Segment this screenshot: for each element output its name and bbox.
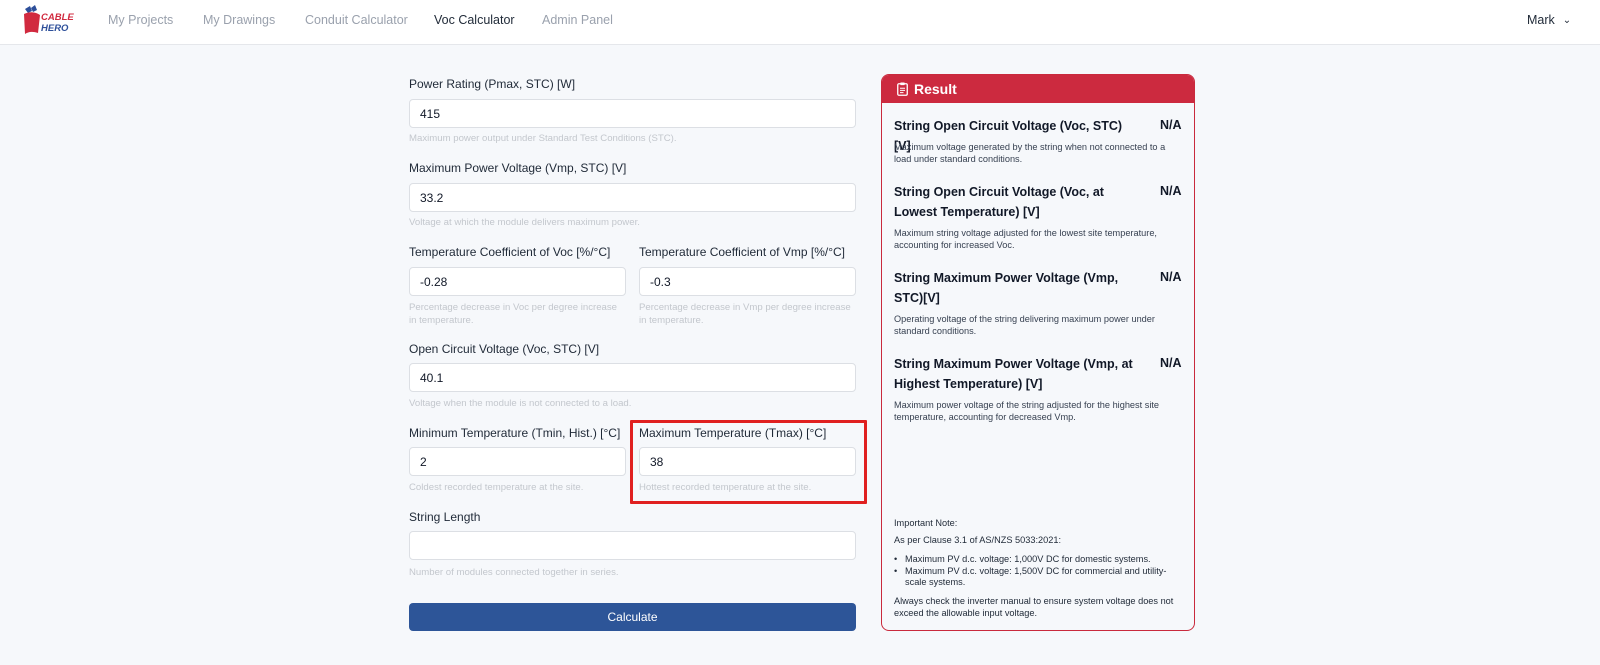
tc-vmp-help: Percentage decrease in Vmp per degree in… (639, 302, 851, 326)
result-item-value: N/A (1160, 184, 1182, 198)
note-bullet: Maximum PV d.c. voltage: 1,500V DC for c… (894, 566, 1184, 589)
result-item-value: N/A (1160, 118, 1182, 132)
nav-conduit-calculator[interactable]: Conduit Calculator (305, 13, 408, 27)
user-menu[interactable]: Mark ⌄ (1527, 13, 1571, 27)
tc-vmp-input[interactable] (639, 267, 856, 296)
tc-voc-label: Temperature Coefficient of Voc [%/°C] (409, 245, 611, 259)
pmax-label: Power Rating (Pmax, STC) [W] (409, 77, 576, 91)
svg-text:CABLE: CABLE (41, 12, 74, 23)
tmin-input[interactable] (409, 447, 626, 476)
clipboard-icon (897, 82, 908, 96)
result-item-desc: Maximum string voltage adjusted for the … (894, 228, 1157, 250)
result-item-value: N/A (1160, 356, 1182, 370)
tmin-help: Coldest recorded temperature at the site… (409, 482, 584, 493)
note-list: Maximum PV d.c. voltage: 1,000V DC for d… (894, 554, 1184, 589)
voc-input[interactable] (409, 363, 856, 392)
string-length-label: String Length (409, 510, 481, 524)
user-name: Mark (1527, 13, 1555, 27)
calculate-button[interactable]: Calculate (409, 603, 856, 631)
chevron-down-icon: ⌄ (1562, 15, 1572, 26)
note-clause: As per Clause 3.1 of AS/NZS 5033:2021: (894, 535, 1062, 545)
tmin-label: Minimum Temperature (Tmin, Hist.) [°C] (409, 426, 621, 440)
vmp-input[interactable] (409, 183, 856, 212)
pmax-help: Maximum power output under Standard Test… (409, 133, 677, 144)
result-panel: Result String Open Circuit Voltage (Voc,… (881, 74, 1195, 631)
nav-my-drawings[interactable]: My Drawings (203, 13, 275, 27)
vmp-label: Maximum Power Voltage (Vmp, STC) [V] (409, 161, 627, 175)
result-item-value: N/A (1160, 270, 1182, 284)
svg-text:HERO: HERO (41, 23, 69, 34)
tmax-highlight-box (630, 420, 867, 504)
voc-help: Voltage when the module is not connected… (409, 398, 632, 409)
voc-label: Open Circuit Voltage (Voc, STC) [V] (409, 342, 600, 356)
nav-voc-calculator[interactable]: Voc Calculator (434, 13, 515, 27)
string-length-help: Number of modules connected together in … (409, 567, 619, 578)
nav-admin-panel[interactable]: Admin Panel (542, 13, 613, 27)
tc-vmp-label: Temperature Coefficient of Vmp [%/°C] (639, 245, 845, 259)
pmax-input[interactable] (409, 99, 856, 128)
result-item-title: String Maximum Power Voltage (Vmp, at Hi… (894, 357, 1133, 391)
cable-hero-logo[interactable]: CABLE HERO (22, 5, 74, 37)
note-bullet: Maximum PV d.c. voltage: 1,000V DC for d… (894, 554, 1184, 566)
result-item-title: String Maximum Power Voltage (Vmp, STC)[… (894, 271, 1119, 305)
top-navbar: CABLE HERO My Projects My Drawings Condu… (0, 0, 1600, 45)
tc-voc-input[interactable] (409, 267, 626, 296)
result-title: Result (914, 81, 957, 97)
nav-my-projects[interactable]: My Projects (108, 13, 173, 27)
note-heading: Important Note: (894, 518, 958, 528)
result-item-desc: Operating voltage of the string deliveri… (894, 314, 1155, 336)
vmp-help: Voltage at which the module delivers max… (409, 217, 640, 228)
result-item-title: String Open Circuit Voltage (Voc, at Low… (894, 185, 1104, 219)
string-length-input[interactable] (409, 531, 856, 560)
result-header: Result (882, 75, 1194, 103)
result-item-desc: Maximum power voltage of the string adju… (894, 400, 1160, 422)
note-footer: Always check the inverter manual to ensu… (894, 596, 1174, 618)
result-item-desc: Maximum voltage generated by the string … (894, 142, 1166, 164)
tc-voc-help: Percentage decrease in Voc per degree in… (409, 302, 617, 326)
